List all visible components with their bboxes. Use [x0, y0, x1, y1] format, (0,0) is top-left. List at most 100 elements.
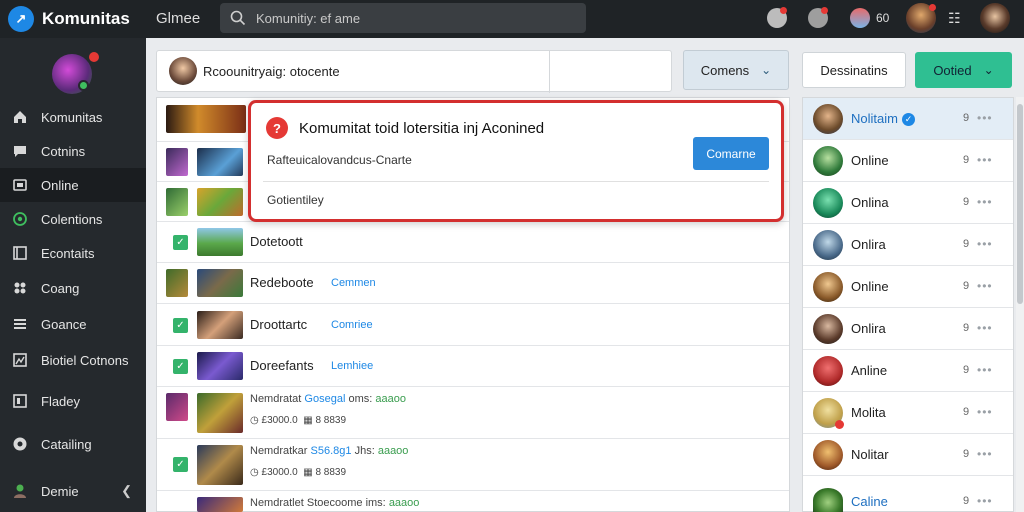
sidebar-item-demie[interactable]: Demie ❮ — [0, 474, 146, 508]
dialog-footer[interactable]: Gotientiley — [267, 193, 324, 207]
check-icon[interactable]: ✓ — [173, 457, 188, 472]
game-tag: aaaoo — [375, 393, 406, 405]
avatar-badge — [929, 4, 936, 11]
check-icon[interactable]: ✓ — [173, 359, 188, 374]
more-options-icon[interactable]: ••• — [977, 153, 993, 167]
game-tag: aaaoo — [388, 497, 420, 509]
more-options-icon[interactable]: ••• — [977, 447, 993, 461]
game-price: Stoecoome — [306, 497, 363, 509]
game-meta: Jhs: — [354, 445, 375, 457]
sidebar-item-cotnins[interactable]: Cotnins — [0, 134, 146, 168]
friend-count: 9 — [963, 238, 970, 250]
game-label[interactable]: Glmee — [156, 10, 200, 27]
events-icon — [13, 246, 27, 260]
list-item[interactable]: Redeboote Cemmen — [157, 263, 789, 304]
game-status[interactable]: Comriee — [331, 319, 373, 331]
game-status[interactable]: Cemmen — [331, 277, 376, 289]
friend-avatar — [813, 146, 843, 176]
sidebar-item-label: Coang — [41, 280, 80, 296]
collection-icon — [13, 212, 27, 226]
game-name: Droottartc — [250, 317, 308, 332]
friend-item[interactable]: Online 9 ••• — [803, 140, 1013, 182]
list-item[interactable]: ✓ Dotetoott — [157, 222, 789, 263]
game-thumbnail — [166, 148, 188, 176]
friends-dot — [821, 7, 828, 14]
profile-avatar[interactable] — [980, 3, 1010, 33]
play-icon — [13, 394, 27, 408]
friend-count: 9 — [963, 196, 970, 208]
collapse-sidebar-icon[interactable]: ❮ — [121, 483, 132, 499]
friend-item[interactable]: Caline 9 ••• — [803, 488, 1013, 512]
friends-list: Nolitaim ✓ 9 ••• Online 9 ••• Onlina 9 ••… — [802, 97, 1014, 512]
destinations-button[interactable]: Dessinatins — [802, 52, 906, 88]
friend-item[interactable]: Onlira 9 ••• — [803, 224, 1013, 266]
friend-count: 9 — [963, 406, 970, 418]
more-options-icon[interactable]: ••• — [977, 363, 993, 377]
sidebar-item-label: Komunitas — [41, 109, 103, 125]
friend-item[interactable]: Molita 9 ••• — [803, 392, 1013, 434]
friend-item[interactable]: Onlina 9 ••• — [803, 182, 1013, 224]
friend-item[interactable]: Online 9 ••• — [803, 266, 1013, 308]
sidebar-item-coang[interactable]: Coang — [0, 271, 146, 305]
sidebar-item-online[interactable]: Online — [0, 168, 146, 202]
friend-item[interactable]: Nolitar 9 ••• — [803, 434, 1013, 476]
game-name: Nemdratkar — [250, 445, 308, 457]
sidebar-item-label: Catailing — [41, 436, 92, 452]
list-item[interactable]: Nemdratat Gosegal oms: aaaoo ◷ £3000.0 ▦… — [157, 387, 789, 439]
game-meta: £3000.0 — [261, 467, 298, 478]
sidebar-item-fladey[interactable]: Fladey — [0, 384, 146, 418]
top-bar: ↗ Komunitas Glmee Komunitiy: ef ame 60 ☷ — [0, 0, 1024, 38]
more-options-icon[interactable]: ••• — [977, 405, 993, 419]
support-icon — [13, 437, 27, 451]
verified-icon: ✓ — [901, 113, 915, 127]
game-meta: ims: — [365, 497, 386, 509]
notification-count: 60 — [876, 11, 890, 25]
friend-item[interactable]: Anline 9 ••• — [803, 350, 1013, 392]
friend-avatar — [813, 356, 843, 386]
friend-item[interactable]: Nolitaim ✓ 9 ••• — [803, 98, 1013, 140]
friend-name: Nolitaim — [851, 111, 898, 126]
brand-name[interactable]: Komunitas — [42, 9, 130, 29]
community-header: Rcoounitryaig: otocente — [156, 50, 672, 93]
game-name: Redeboote — [250, 275, 314, 290]
more-options-icon[interactable]: ••• — [977, 279, 993, 293]
sidebar-item-goance[interactable]: Goance — [0, 307, 146, 341]
sidebar-item-econtaits[interactable]: Econtaits — [0, 236, 146, 270]
search-input[interactable]: Komunitiy: ef ame — [220, 3, 586, 33]
sidebar-item-komunitas[interactable]: Komunitas — [0, 100, 146, 134]
more-options-icon[interactable]: ••• — [977, 195, 993, 209]
game-thumbnail — [166, 393, 188, 421]
brand-logo-icon[interactable]: ↗ — [8, 6, 34, 32]
sidebar-item-label: Colentions — [41, 211, 103, 227]
sidebar-item-label: Econtaits — [41, 245, 95, 261]
sidebar-item-catailing[interactable]: Catailing — [0, 427, 146, 461]
list-item[interactable]: ✓ Droottartc Comriee — [157, 304, 789, 346]
gift-icon[interactable] — [850, 8, 870, 28]
dialog-button-label: Comarne — [706, 146, 756, 161]
list-item[interactable]: ✓ Nemdratkar S56.8g1 Jhs: aaaoo ◷ £3000.… — [157, 439, 789, 491]
sidebar-item-biotiel-cotnons[interactable]: Biotiel Cotnons — [0, 343, 146, 377]
friend-name: Online — [851, 153, 889, 168]
list-item[interactable]: ✓ Doreefants Lemhiee — [157, 346, 789, 387]
search-icon — [230, 10, 246, 26]
community-avatar[interactable] — [169, 57, 197, 85]
game-thumbnail — [197, 497, 243, 512]
list-item[interactable]: Nemdratlet Stoecoome ims: aaaoo — [157, 491, 789, 512]
more-options-icon[interactable]: ••• — [977, 321, 993, 335]
sidebar-item-colentions[interactable]: Colentions — [0, 202, 146, 236]
game-status[interactable]: Lemhiee — [331, 360, 373, 372]
more-options-icon[interactable]: ••• — [977, 111, 993, 125]
more-options-icon[interactable]: ••• — [977, 494, 993, 508]
check-icon[interactable]: ✓ — [173, 318, 188, 333]
online-dropdown[interactable]: Ootied ⌄ — [915, 52, 1012, 88]
filter-dropdown[interactable]: Comens ⌄ — [683, 50, 789, 90]
apps-grid-icon[interactable]: ☷ — [948, 10, 961, 27]
check-icon[interactable]: ✓ — [173, 235, 188, 250]
game-meta-line: ◷ £3000.0 ▦ 8 8839 — [250, 415, 347, 426]
more-options-icon[interactable]: ••• — [977, 237, 993, 251]
scrollbar-thumb[interactable] — [1017, 104, 1023, 304]
user-icon — [14, 484, 26, 498]
dialog-confirm-button[interactable]: Comarne — [693, 137, 769, 170]
chat-icon — [14, 146, 26, 157]
friend-item[interactable]: Onlira 9 ••• — [803, 308, 1013, 350]
